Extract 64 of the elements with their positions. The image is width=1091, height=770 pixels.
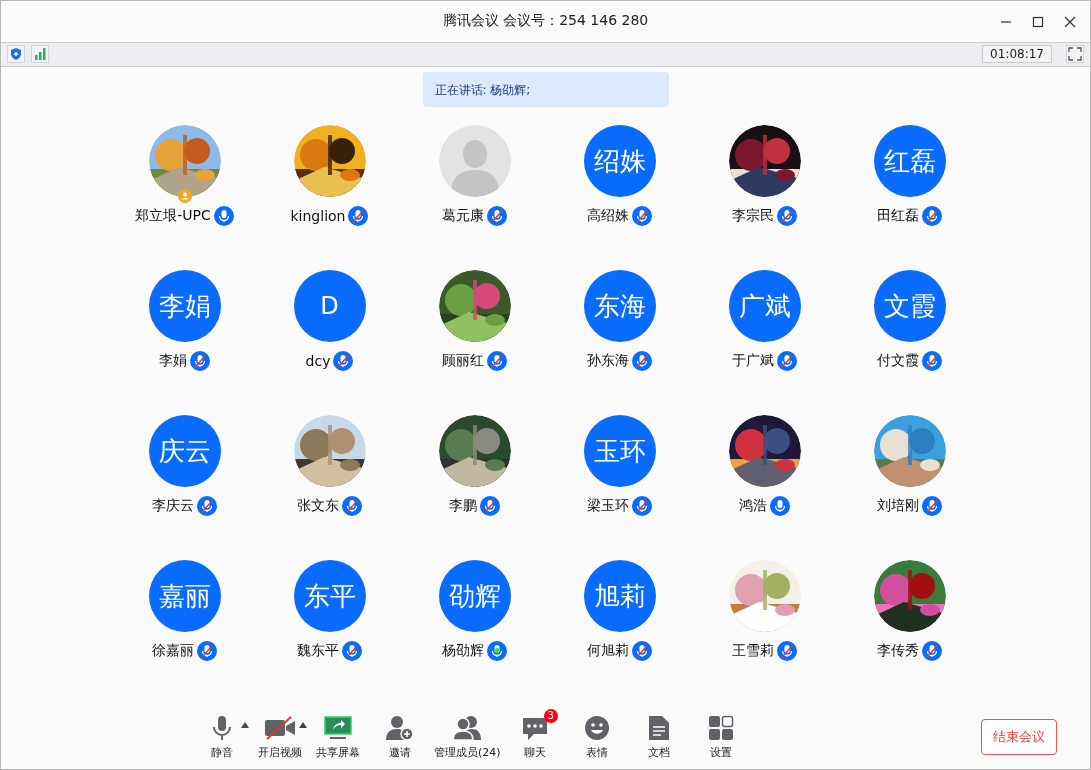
toolbar-button[interactable]: 文档	[627, 710, 690, 764]
avatar: 玉环	[583, 415, 656, 487]
participant-name: dcy	[305, 353, 331, 369]
meeting-timer: 01:08:17	[982, 45, 1052, 64]
toolbar-button[interactable]: 设置	[689, 710, 752, 764]
window-title: 腾讯会议 会议号：254 146 280	[442, 12, 649, 31]
participant-name: 郑立垠-UPC	[135, 207, 211, 225]
participant-name: 梁玉环	[587, 497, 629, 515]
avatar: 东海	[583, 270, 656, 342]
participant-name: 葛元康	[442, 207, 484, 225]
participant-name: 李宗民	[732, 207, 774, 225]
toolbar-button[interactable]: 管理成员(24)	[431, 710, 504, 764]
avatar: D	[293, 270, 366, 342]
avatar: 绍姝	[583, 125, 656, 197]
avatar: 旭莉	[583, 560, 656, 632]
participant-name: 李传秀	[877, 642, 919, 660]
avatar: 庆云	[148, 415, 221, 487]
share-screen-icon	[324, 716, 352, 740]
avatar: 李娟	[148, 270, 221, 342]
participant-name: 徐嘉丽	[152, 642, 194, 660]
toolbar-button[interactable]: 3 聊天	[503, 710, 566, 764]
chat-icon	[521, 715, 548, 741]
avatar: 红磊	[873, 125, 946, 197]
smiley-icon	[583, 715, 610, 741]
unread-badge: 3	[543, 709, 558, 723]
fullscreen-icon[interactable]	[1066, 45, 1084, 64]
avatar: 东平	[293, 560, 366, 632]
participant-name: 高绍姝	[587, 207, 629, 225]
participant-name: 王雪莉	[732, 642, 774, 660]
people-icon	[452, 715, 483, 741]
speaking-banner: 正在讲话: 杨劭辉;	[422, 72, 669, 107]
participant-name: 杨劭辉	[442, 642, 484, 660]
participant-name: 李鹏	[449, 497, 477, 515]
caret-icon[interactable]	[241, 722, 249, 728]
document-icon	[647, 715, 670, 741]
participant-name: 刘培刚	[877, 497, 919, 515]
end-meeting-button[interactable]: 结束会议	[981, 719, 1057, 755]
participant-name: 顾丽红	[442, 352, 484, 370]
participant-name: 于广斌	[732, 352, 774, 370]
participant-name: 何旭莉	[587, 642, 629, 660]
close-icon[interactable]	[1064, 16, 1076, 28]
participant-name: 孙东海	[587, 352, 629, 370]
video-off-icon	[264, 716, 296, 740]
avatar: 文霞	[873, 270, 946, 342]
maximize-icon[interactable]	[1032, 16, 1044, 28]
avatar: 劭辉	[438, 560, 511, 632]
shield-icon[interactable]	[7, 45, 25, 64]
participant-name: 田红磊	[877, 207, 919, 225]
participant-name: 李庆云	[152, 497, 194, 515]
toolbar-button[interactable]: 邀请	[369, 710, 431, 764]
avatar: 嘉丽	[148, 560, 221, 632]
avatar: 广斌	[728, 270, 801, 342]
caret-icon[interactable]	[299, 722, 307, 728]
default-avatar-icon	[438, 125, 511, 197]
add-person-icon	[386, 715, 414, 741]
microphone-icon	[210, 715, 234, 741]
participant-name: 魏东平	[297, 642, 339, 660]
participant-name: 鸿浩	[739, 497, 767, 515]
participant-name: 张文东	[297, 497, 339, 515]
participant-name: kinglion	[290, 208, 346, 224]
participant-name: 付文霞	[877, 352, 919, 370]
toolbar-button[interactable]: 表情	[565, 710, 628, 764]
grid-settings-icon	[707, 715, 734, 741]
participant-name: 李娟	[159, 352, 187, 370]
